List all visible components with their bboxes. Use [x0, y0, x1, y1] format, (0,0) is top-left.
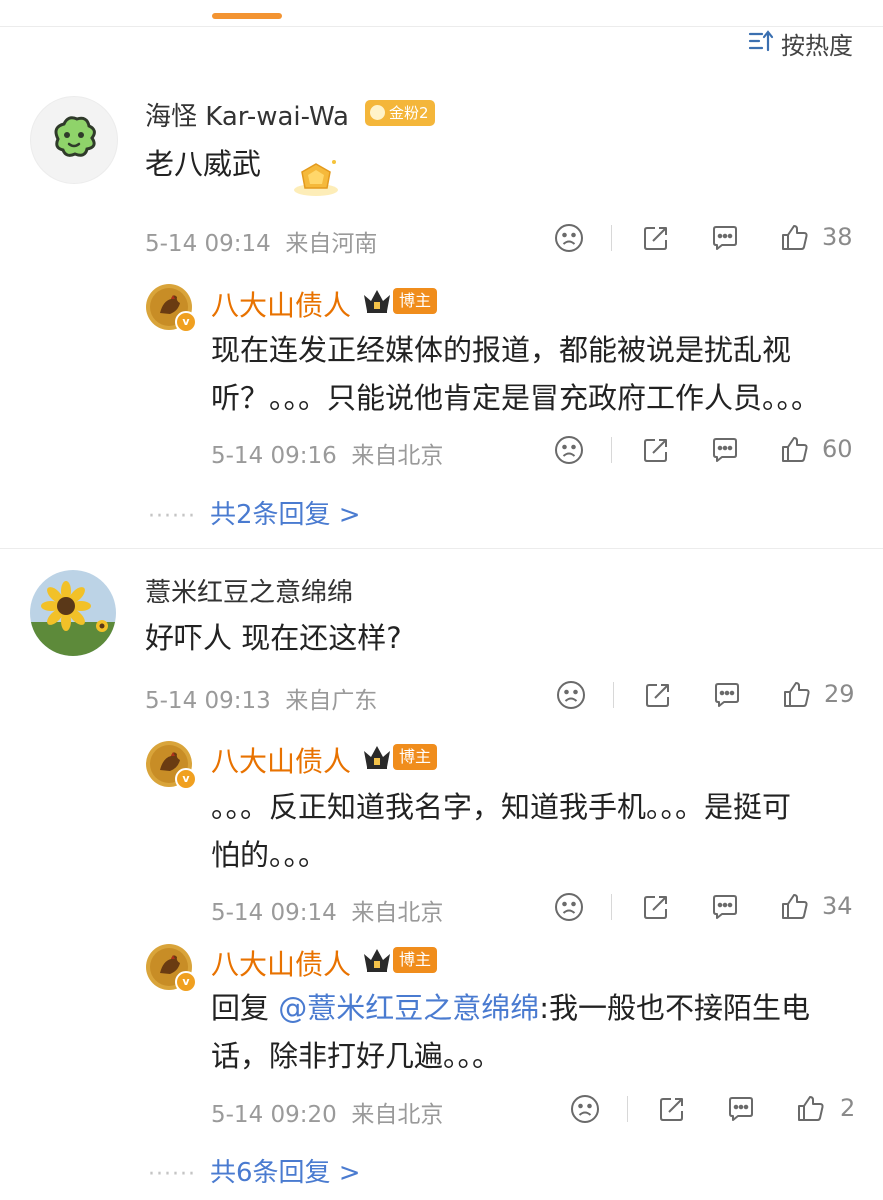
comment-date: 5-14 09:14: [145, 231, 271, 257]
reply-location: 来自北京: [351, 443, 444, 469]
comment-icon[interactable]: [710, 678, 744, 712]
action-divider: [611, 437, 612, 463]
sort-by-hot-button[interactable]: 按热度: [747, 26, 853, 61]
reply-location: 来自北京: [351, 900, 444, 926]
reply-actions: 34: [550, 890, 860, 926]
like-count: 60: [822, 435, 853, 463]
more-replies-link[interactable]: ······ 共6条回复 >: [148, 1152, 361, 1189]
sort-label: 按热度: [781, 32, 853, 60]
share-icon[interactable]: [639, 433, 673, 467]
reply-prefix: 回复: [211, 991, 270, 1025]
verified-badge: v: [175, 768, 197, 790]
comment-icon[interactable]: [708, 221, 742, 255]
more-dots: ······: [148, 1162, 196, 1187]
reply-actions: 60: [550, 433, 860, 469]
like-count: 29: [824, 680, 855, 708]
like-count: 34: [822, 892, 853, 920]
like-count: 2: [840, 1094, 856, 1122]
comment-location: 来自河南: [285, 231, 378, 257]
verified-badge: v: [175, 971, 197, 993]
thumbs-up-icon[interactable]: [794, 1092, 828, 1126]
reply-actions: 2: [566, 1092, 866, 1128]
comment-text: 老八威武: [145, 147, 262, 181]
verified-badge: v: [175, 311, 197, 333]
gold-emblem-decoration: [292, 158, 340, 198]
top-tab-bar: [0, 0, 883, 27]
mention-link[interactable]: @薏米红豆之意绵绵: [278, 991, 539, 1025]
reply-date: 5-14 09:16: [211, 443, 337, 469]
crown-icon: [362, 946, 392, 974]
action-divider: [627, 1096, 628, 1122]
author-avatar[interactable]: v: [145, 943, 197, 993]
comment-username[interactable]: 薏米红豆之意绵绵: [145, 572, 353, 609]
share-icon[interactable]: [655, 1092, 689, 1126]
thumbs-up-icon[interactable]: [778, 221, 812, 255]
comment-icon[interactable]: [708, 433, 742, 467]
sad-face-icon[interactable]: [552, 221, 586, 255]
blogger-badge: 博主: [393, 744, 438, 770]
crown-icon: [362, 743, 392, 771]
active-tab-indicator: [212, 13, 282, 19]
author-avatar[interactable]: v: [145, 283, 197, 333]
comment-divider: [0, 548, 883, 549]
comment-meta: 5-14 09:13 来自广东: [145, 681, 377, 715]
comment-meta: 5-14 09:14 来自河南: [145, 224, 377, 258]
more-dots: ······: [148, 504, 196, 529]
share-icon[interactable]: [639, 890, 673, 924]
comment-location: 来自广东: [285, 688, 378, 714]
reply-text: 现在连发正经媒体的报道，都能被说是扰乱视 听？。。。只能说他肯定是冒充政府工作人…: [211, 333, 821, 415]
comment-actions: 29: [552, 678, 862, 714]
thumbs-up-icon[interactable]: [780, 678, 814, 712]
blogger-badge: 博主: [393, 288, 438, 314]
author-username[interactable]: 八大山债人: [211, 740, 351, 780]
fan-level-badge: 金粉2: [365, 100, 435, 126]
reply-location: 来自北京: [351, 1102, 444, 1128]
action-divider: [611, 225, 612, 251]
like-count: 38: [822, 223, 853, 251]
sad-face-icon[interactable]: [568, 1092, 602, 1126]
share-icon[interactable]: [639, 221, 673, 255]
comment-icon[interactable]: [708, 890, 742, 924]
action-divider: [611, 894, 612, 920]
sad-face-icon[interactable]: [554, 678, 588, 712]
reply-text: 回复 @薏米红豆之意绵绵:我一般也不接陌生电 话，除非打好几遍。。。: [211, 991, 811, 1073]
thumbs-up-icon[interactable]: [778, 433, 812, 467]
reply-date: 5-14 09:20: [211, 1102, 337, 1128]
share-icon[interactable]: [641, 678, 675, 712]
action-divider: [613, 682, 614, 708]
reply-date: 5-14 09:14: [211, 900, 337, 926]
comment-date: 5-14 09:13: [145, 688, 271, 714]
author-avatar[interactable]: v: [145, 740, 197, 790]
fan-badge-icon: [370, 105, 385, 120]
reply-meta: 5-14 09:14 来自北京: [211, 893, 443, 927]
comment-username[interactable]: 海怪 Kar-wai-Wa: [145, 96, 349, 133]
sort-icon: [747, 27, 775, 61]
reply-text: 。。。反正知道我名字，知道我手机。。。是挺可 怕的。。。: [211, 790, 792, 872]
more-replies-link[interactable]: ······ 共2条回复 >: [148, 494, 361, 531]
reply-meta: 5-14 09:16 来自北京: [211, 436, 443, 470]
comment-actions: 38: [550, 221, 860, 257]
avatar[interactable]: [30, 96, 118, 184]
blogger-badge: 博主: [393, 947, 438, 973]
comment-icon[interactable]: [724, 1092, 758, 1126]
author-username[interactable]: 八大山债人: [211, 284, 351, 324]
sad-face-icon[interactable]: [552, 890, 586, 924]
reply-meta: 5-14 09:20 来自北京: [211, 1095, 443, 1129]
sad-face-icon[interactable]: [552, 433, 586, 467]
avatar[interactable]: [30, 570, 116, 656]
author-username[interactable]: 八大山债人: [211, 943, 351, 983]
crown-icon: [362, 287, 392, 315]
thumbs-up-icon[interactable]: [778, 890, 812, 924]
comment-text: 好吓人 现在还这样?: [145, 621, 402, 655]
